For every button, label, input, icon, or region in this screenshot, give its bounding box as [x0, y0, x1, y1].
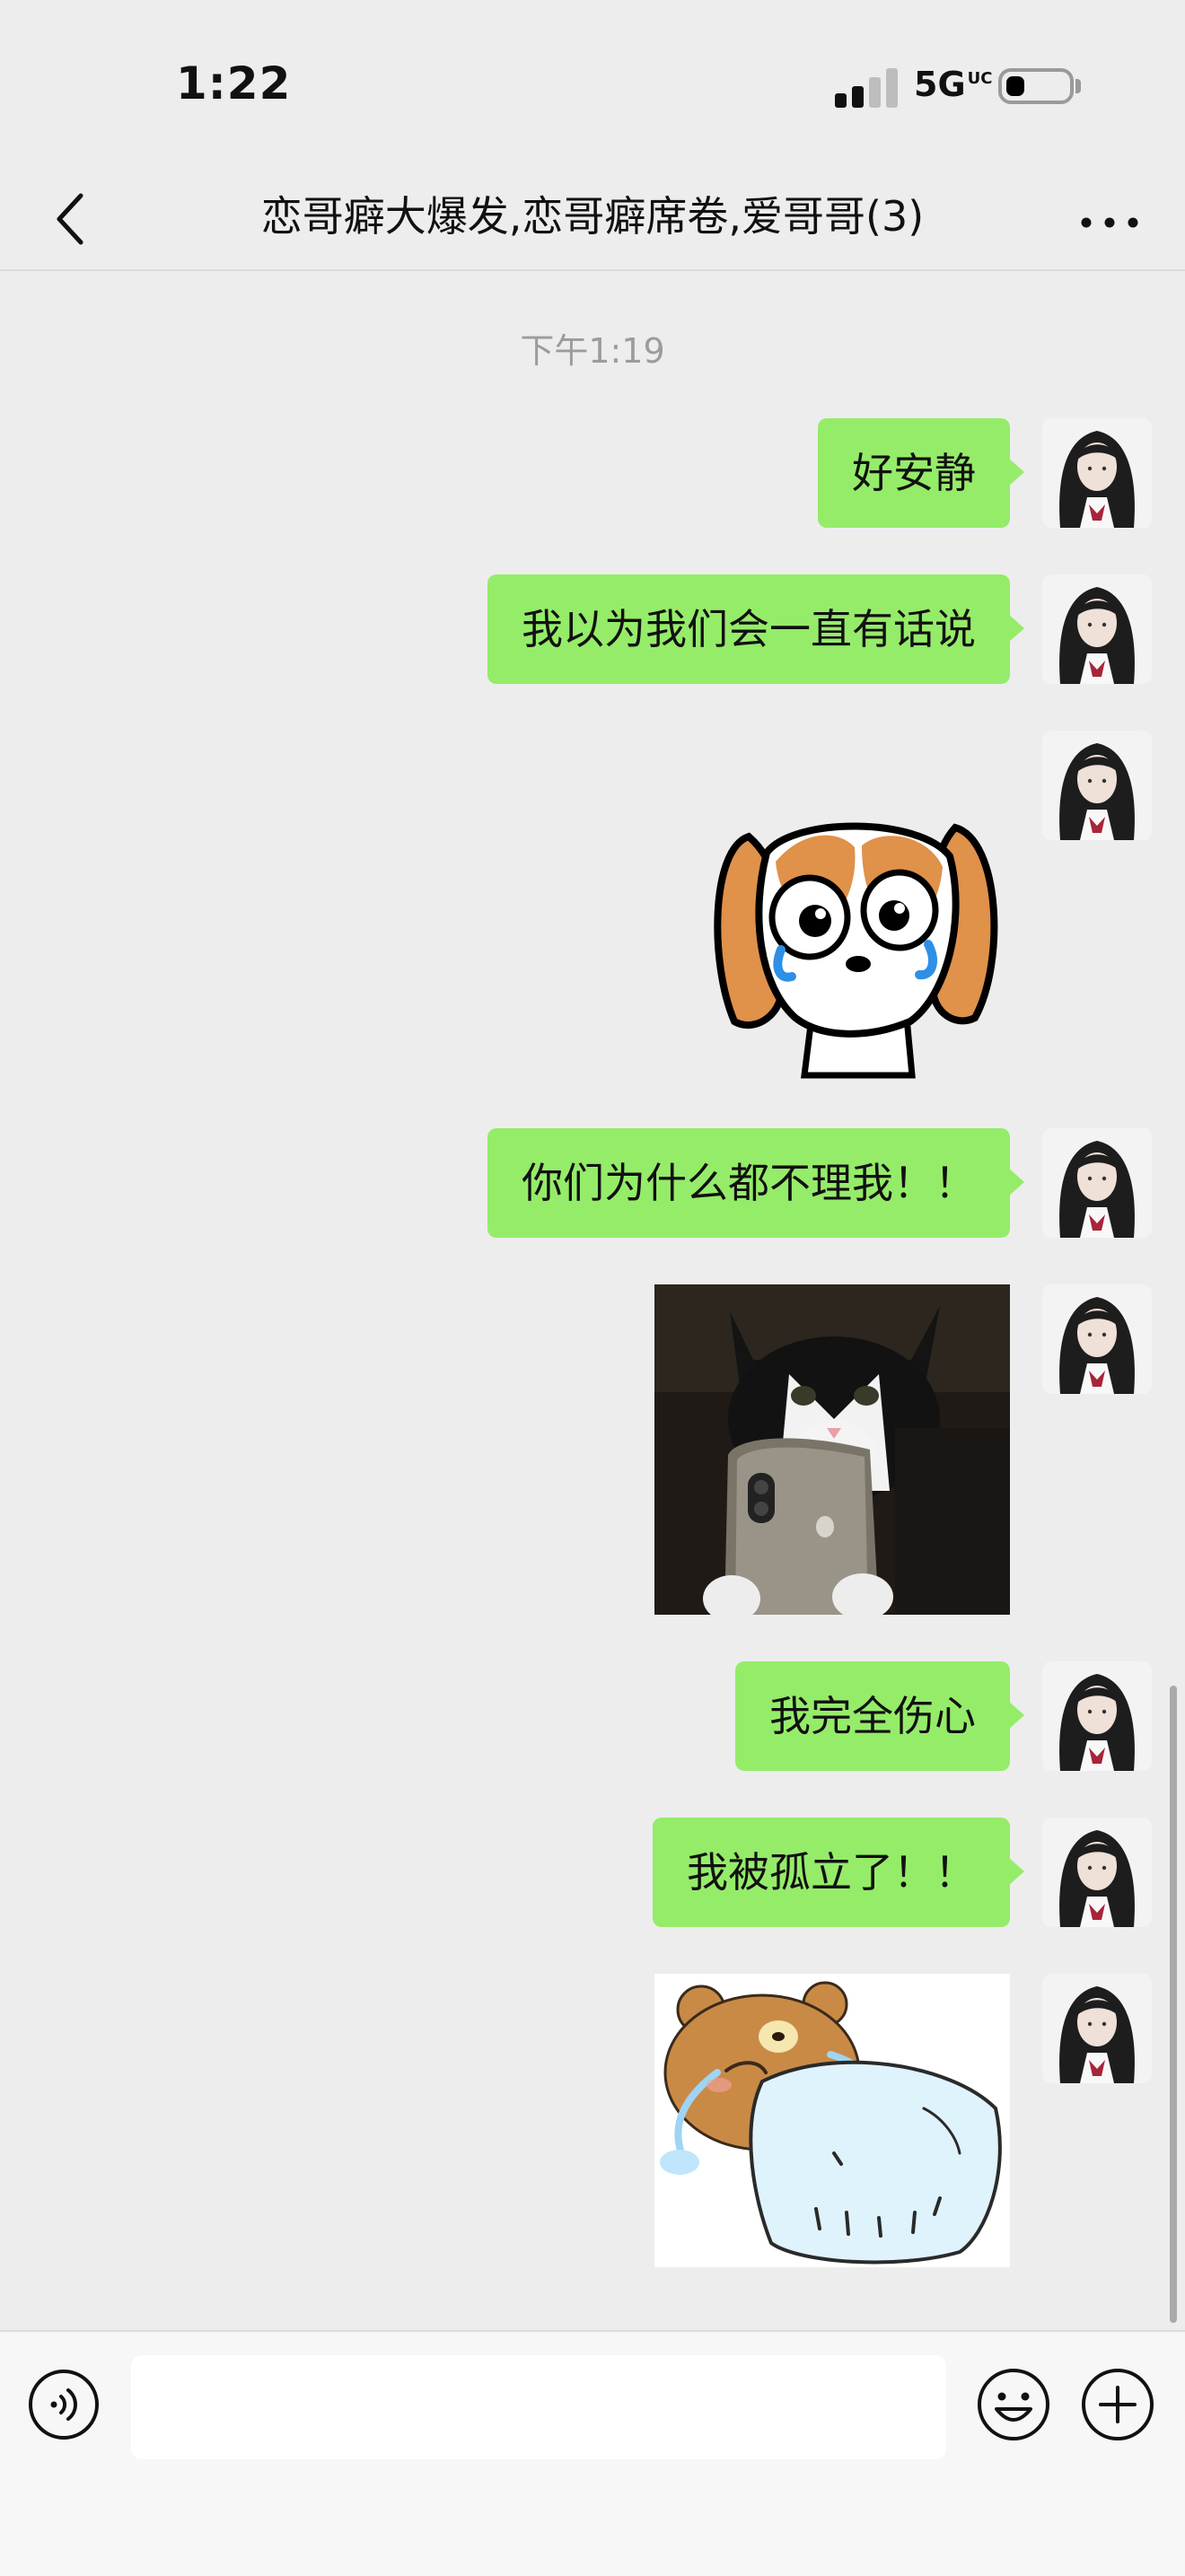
- network-indicator: 5G UC: [914, 65, 993, 104]
- chevron-left-icon: [57, 193, 83, 245]
- avatar[interactable]: [1042, 1128, 1152, 1238]
- status-time: 1:22: [176, 57, 292, 110]
- message-bubble[interactable]: 我被孤立了！！: [653, 1818, 1024, 1927]
- chat-scrollbar[interactable]: [1170, 1686, 1177, 2323]
- message-input[interactable]: [131, 2355, 946, 2459]
- avatar[interactable]: [1042, 574, 1152, 684]
- battery-cap: [1075, 79, 1081, 93]
- crying-dog-sticker[interactable]: [704, 810, 1009, 1082]
- message-timestamp: 下午1:19: [520, 331, 665, 371]
- plus-icon: [1082, 2369, 1154, 2440]
- message-bubble[interactable]: 你们为什么都不理我！！: [487, 1128, 1024, 1238]
- crying-cat-phone-photo[interactable]: [654, 1284, 1010, 1615]
- avatar[interactable]: [1042, 1818, 1152, 1927]
- more-dots-icon: [1081, 217, 1138, 228]
- emoji-icon: [978, 2369, 1049, 2440]
- status-bar: 1:22 5G UC: [0, 0, 1185, 171]
- avatar[interactable]: [1042, 1661, 1152, 1771]
- more-functions-button[interactable]: [1079, 2366, 1156, 2443]
- crying-bear-pillow-sticker[interactable]: [654, 1974, 1010, 2267]
- voice-button[interactable]: [27, 2368, 101, 2441]
- battery-icon: [998, 68, 1074, 104]
- chat-title: 恋哥癖大爆发,恋哥癖席卷,爱哥哥(3): [260, 192, 925, 241]
- avatar[interactable]: [1042, 1284, 1152, 1394]
- more-button[interactable]: [1074, 183, 1146, 255]
- input-bar: [0, 2330, 1185, 2576]
- voice-icon: [29, 2370, 99, 2440]
- emoji-button[interactable]: [975, 2366, 1052, 2443]
- message-bubble[interactable]: 好安静: [818, 418, 1024, 528]
- message-bubble[interactable]: 我完全伤心: [735, 1661, 1024, 1771]
- message-bubble[interactable]: 我以为我们会一直有话说: [487, 574, 1024, 684]
- avatar[interactable]: [1042, 418, 1152, 528]
- chat-header: 恋哥癖大爆发,恋哥癖席卷,爱哥哥(3): [0, 171, 1185, 271]
- back-button[interactable]: [40, 183, 111, 255]
- signal-icon: [835, 68, 898, 108]
- avatar[interactable]: [1042, 731, 1152, 840]
- avatar[interactable]: [1042, 1974, 1152, 2083]
